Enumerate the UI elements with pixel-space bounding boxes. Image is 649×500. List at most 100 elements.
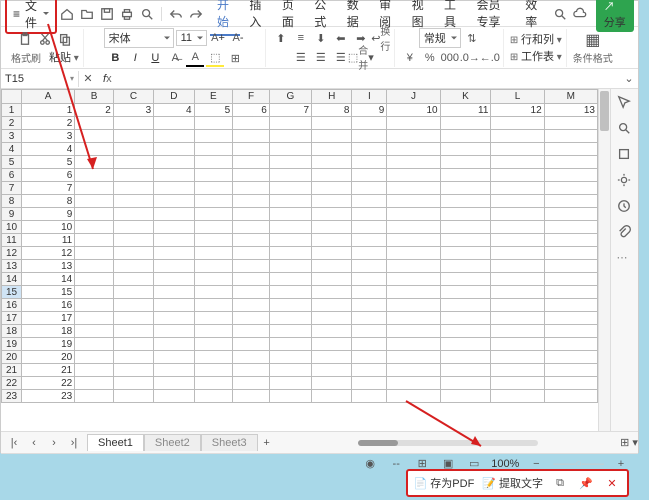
percent-icon[interactable]: % bbox=[421, 49, 439, 67]
row-header[interactable]: 14 bbox=[2, 273, 22, 286]
cell[interactable] bbox=[312, 351, 352, 364]
cell[interactable] bbox=[544, 130, 597, 143]
sheet-last-icon[interactable]: ›| bbox=[65, 434, 83, 452]
cell[interactable] bbox=[75, 234, 114, 247]
cell[interactable] bbox=[312, 390, 352, 403]
cell[interactable] bbox=[113, 143, 153, 156]
cell[interactable] bbox=[491, 247, 544, 260]
bold-button[interactable]: B bbox=[106, 49, 124, 67]
cell[interactable] bbox=[154, 208, 194, 221]
cell[interactable] bbox=[491, 130, 544, 143]
cell[interactable] bbox=[440, 169, 491, 182]
cell[interactable] bbox=[387, 130, 440, 143]
col-header[interactable]: B bbox=[75, 90, 114, 104]
dec-dec-icon[interactable]: ←.0 bbox=[481, 49, 499, 67]
sheet-tab-1[interactable]: Sheet1 bbox=[87, 434, 144, 451]
cell[interactable] bbox=[440, 182, 491, 195]
cell[interactable] bbox=[113, 273, 153, 286]
cell[interactable] bbox=[113, 117, 153, 130]
underline-button[interactable]: U bbox=[146, 49, 164, 67]
cell[interactable] bbox=[233, 234, 270, 247]
scroll-thumb[interactable] bbox=[600, 91, 609, 131]
grid-menu-icon[interactable]: ⊞ ▾ bbox=[620, 434, 638, 452]
cell[interactable] bbox=[154, 338, 194, 351]
cell[interactable] bbox=[75, 299, 114, 312]
cell[interactable] bbox=[491, 221, 544, 234]
cell[interactable]: 23 bbox=[22, 390, 75, 403]
cell[interactable] bbox=[440, 273, 491, 286]
cell[interactable] bbox=[312, 299, 352, 312]
row-header[interactable]: 10 bbox=[2, 221, 22, 234]
cell[interactable] bbox=[544, 182, 597, 195]
cell[interactable] bbox=[352, 182, 387, 195]
cell[interactable] bbox=[312, 156, 352, 169]
cell[interactable] bbox=[75, 208, 114, 221]
cell[interactable] bbox=[491, 377, 544, 390]
border-button[interactable]: ⊞ bbox=[226, 49, 244, 67]
cell[interactable]: 4 bbox=[22, 143, 75, 156]
row-header[interactable]: 20 bbox=[2, 351, 22, 364]
cell[interactable] bbox=[352, 247, 387, 260]
cell[interactable] bbox=[154, 390, 194, 403]
cell[interactable] bbox=[387, 260, 440, 273]
cell[interactable] bbox=[75, 338, 114, 351]
cell[interactable] bbox=[154, 260, 194, 273]
cell[interactable] bbox=[491, 312, 544, 325]
cell[interactable] bbox=[75, 351, 114, 364]
cell[interactable] bbox=[387, 182, 440, 195]
cell[interactable] bbox=[269, 221, 311, 234]
cell[interactable]: 10 bbox=[22, 221, 75, 234]
cell[interactable] bbox=[312, 195, 352, 208]
cell[interactable]: 4 bbox=[154, 104, 194, 117]
cell[interactable] bbox=[194, 260, 233, 273]
cell[interactable] bbox=[194, 182, 233, 195]
cell[interactable] bbox=[269, 351, 311, 364]
cell[interactable] bbox=[233, 247, 270, 260]
sort-button[interactable]: ⇅ bbox=[463, 29, 481, 47]
cell[interactable] bbox=[194, 390, 233, 403]
cell[interactable] bbox=[440, 377, 491, 390]
cell[interactable]: 11 bbox=[440, 104, 491, 117]
sheet-prev-icon[interactable]: ‹ bbox=[25, 434, 43, 452]
cell[interactable] bbox=[491, 208, 544, 221]
spreadsheet-grid[interactable]: ABCDEFGHIJKLM112345678910111213223344556… bbox=[1, 89, 598, 431]
cell[interactable] bbox=[440, 351, 491, 364]
cell[interactable] bbox=[352, 221, 387, 234]
align-bot-icon[interactable]: ⬇ bbox=[312, 29, 330, 47]
redo-icon[interactable] bbox=[189, 6, 203, 22]
cell[interactable]: 10 bbox=[387, 104, 440, 117]
cell[interactable] bbox=[544, 169, 597, 182]
cell[interactable] bbox=[233, 156, 270, 169]
cell[interactable] bbox=[352, 195, 387, 208]
increase-font-icon[interactable]: A+ bbox=[209, 29, 227, 47]
cell[interactable] bbox=[194, 130, 233, 143]
cell[interactable]: 2 bbox=[75, 104, 114, 117]
cell[interactable] bbox=[154, 364, 194, 377]
cell[interactable] bbox=[269, 208, 311, 221]
cell[interactable] bbox=[352, 351, 387, 364]
italic-button[interactable]: I bbox=[126, 49, 144, 67]
cell[interactable] bbox=[440, 286, 491, 299]
cell[interactable]: 13 bbox=[544, 104, 597, 117]
cell[interactable] bbox=[269, 260, 311, 273]
align-center-icon[interactable]: ☰ bbox=[312, 48, 330, 66]
cell[interactable] bbox=[387, 390, 440, 403]
row-header[interactable]: 15 bbox=[2, 286, 22, 299]
paste-label[interactable]: 粘贴 ▾ bbox=[49, 49, 79, 65]
cell[interactable] bbox=[113, 208, 153, 221]
cell[interactable] bbox=[113, 351, 153, 364]
col-header[interactable]: I bbox=[352, 90, 387, 104]
cell[interactable] bbox=[544, 234, 597, 247]
col-header[interactable]: L bbox=[491, 90, 544, 104]
cell[interactable]: 19 bbox=[22, 338, 75, 351]
cell[interactable]: 12 bbox=[491, 104, 544, 117]
cell[interactable] bbox=[352, 364, 387, 377]
cell[interactable] bbox=[233, 130, 270, 143]
cell[interactable] bbox=[194, 325, 233, 338]
cell[interactable] bbox=[387, 143, 440, 156]
cell[interactable] bbox=[352, 260, 387, 273]
cell[interactable]: 7 bbox=[22, 182, 75, 195]
cell[interactable] bbox=[491, 273, 544, 286]
cell[interactable] bbox=[154, 143, 194, 156]
cell[interactable]: 14 bbox=[22, 273, 75, 286]
